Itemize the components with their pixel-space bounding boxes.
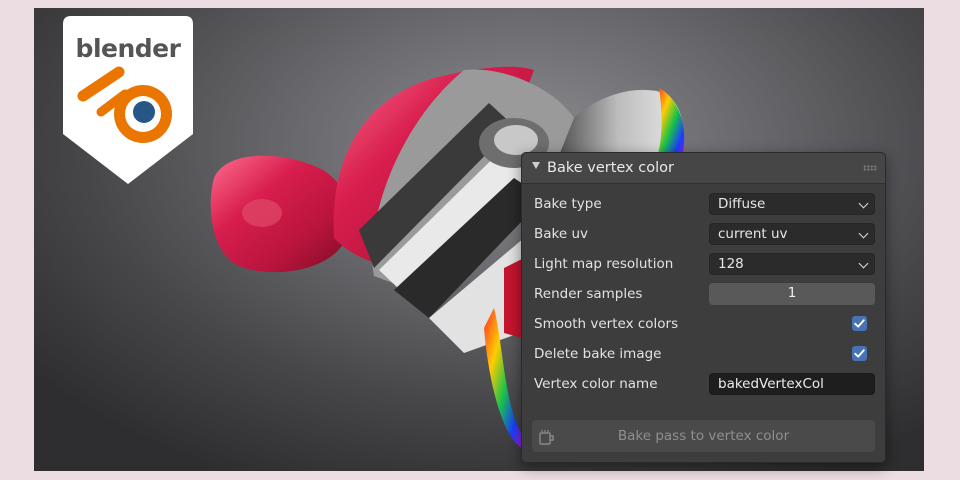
- chevron-down-icon: [858, 198, 869, 209]
- blender-logo-icon: [77, 66, 172, 143]
- bake-type-row: Bake type Diffuse: [534, 193, 876, 215]
- smooth-vertex-colors-label: Smooth vertex colors: [534, 316, 679, 332]
- bake-vertex-color-panel: Bake vertex color Bake type Diffuse Bake…: [521, 152, 886, 463]
- light-map-resolution-dropdown[interactable]: 128: [709, 253, 875, 275]
- bake-pass-label: Bake pass to vertex color: [617, 428, 790, 444]
- bake-pass-button[interactable]: Bake pass to vertex color: [532, 420, 875, 452]
- light-map-resolution-label: Light map resolution: [534, 256, 674, 272]
- bake-uv-dropdown[interactable]: current uv: [709, 223, 875, 245]
- chevron-down-icon: [858, 228, 869, 239]
- delete-bake-image-row: Delete bake image: [534, 343, 876, 365]
- delete-bake-image-label: Delete bake image: [534, 346, 662, 362]
- bake-uv-value: current uv: [718, 226, 788, 242]
- light-map-resolution-value: 128: [718, 256, 744, 272]
- render-samples-label: Render samples: [534, 286, 643, 302]
- vertex-color-name-input[interactable]: bakedVertexCol: [709, 373, 875, 395]
- bake-uv-label: Bake uv: [534, 226, 589, 242]
- render-samples-field[interactable]: 1: [709, 283, 875, 305]
- bake-type-dropdown[interactable]: Diffuse: [709, 193, 875, 215]
- bake-icon: [539, 430, 554, 445]
- vertex-color-name-value: bakedVertexCol: [718, 376, 824, 392]
- vertex-color-name-row: Vertex color name bakedVertexCol: [534, 373, 876, 395]
- bake-uv-row: Bake uv current uv: [534, 223, 876, 245]
- blender-logo: blender: [63, 16, 193, 184]
- light-map-resolution-row: Light map resolution 128: [534, 253, 876, 275]
- delete-bake-image-checkbox[interactable]: [852, 346, 867, 361]
- drag-handle-icon[interactable]: [863, 165, 877, 171]
- vertex-color-name-label: Vertex color name: [534, 376, 658, 392]
- checkmark-icon: [854, 319, 865, 328]
- panel-header[interactable]: Bake vertex color: [522, 153, 885, 184]
- chevron-down-icon: [858, 258, 869, 269]
- checkmark-icon: [854, 349, 865, 358]
- bake-type-label: Bake type: [534, 196, 602, 212]
- smooth-vertex-colors-checkbox[interactable]: [852, 316, 867, 331]
- triangle-down-icon[interactable]: [532, 162, 540, 169]
- bake-type-value: Diffuse: [718, 196, 766, 212]
- panel-title: Bake vertex color: [547, 160, 674, 176]
- smooth-vertex-colors-row: Smooth vertex colors: [534, 313, 876, 335]
- render-samples-row: Render samples 1: [534, 283, 876, 305]
